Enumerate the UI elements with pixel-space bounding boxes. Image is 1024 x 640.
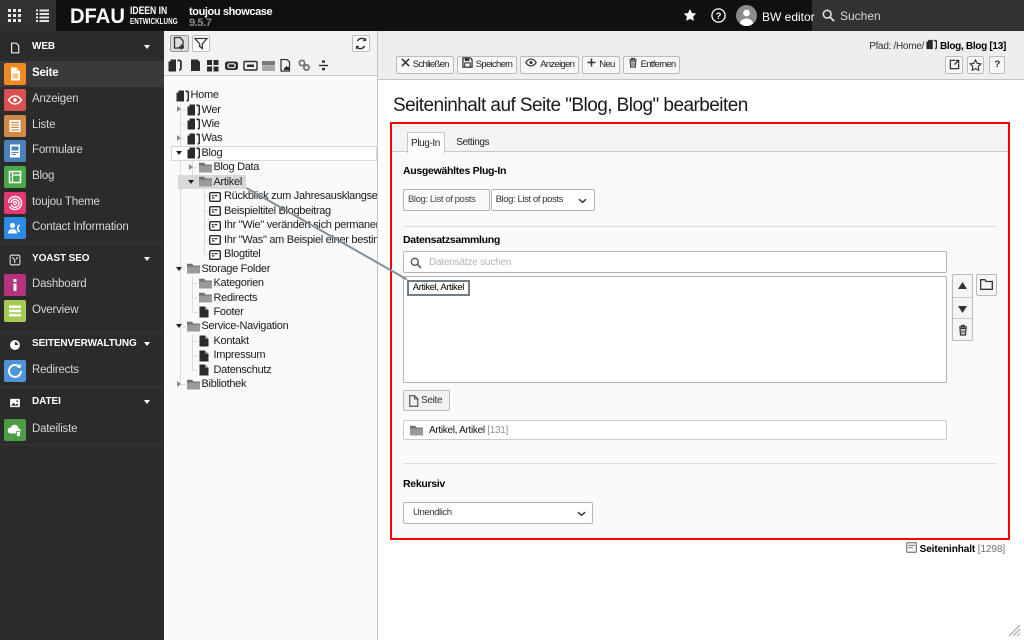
svg-text:?: ? xyxy=(716,11,722,22)
